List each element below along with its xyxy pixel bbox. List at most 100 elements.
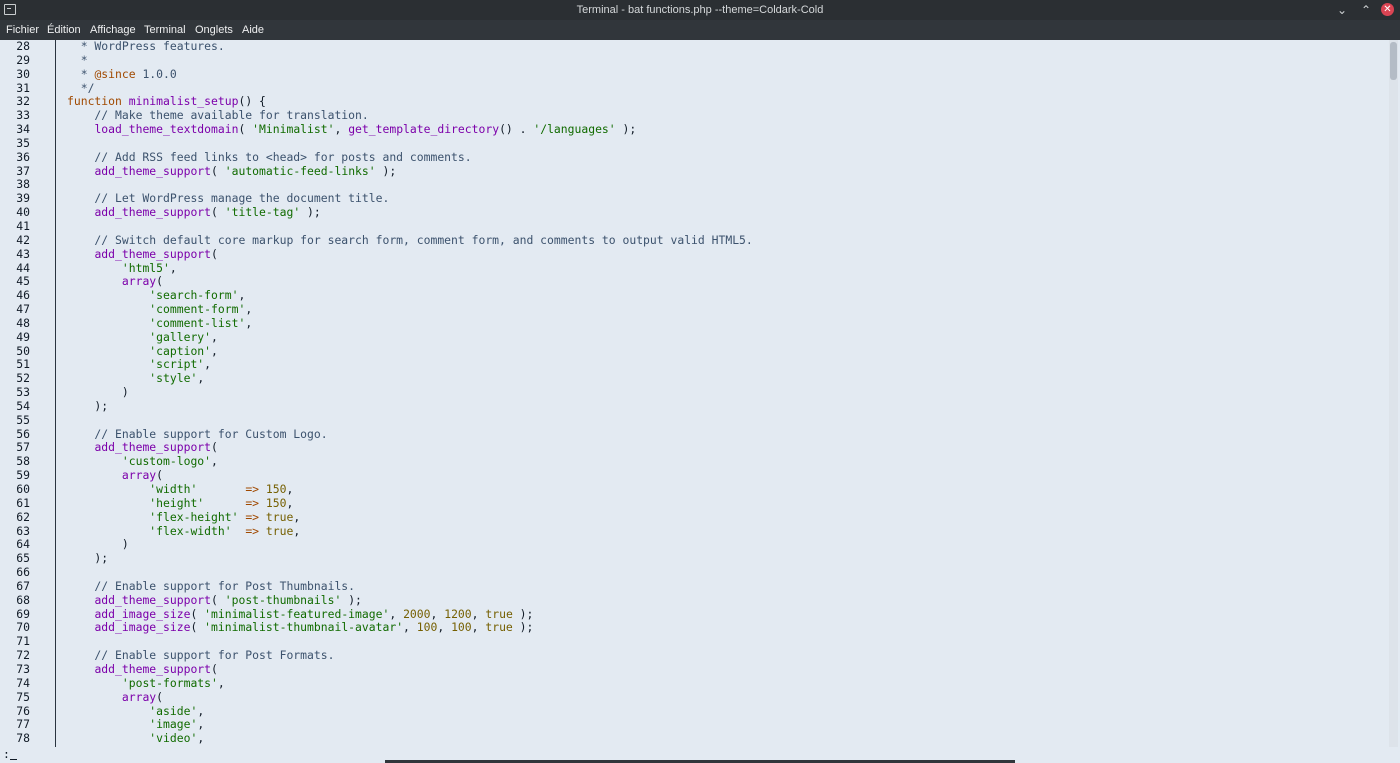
line-source: 'caption', (67, 343, 218, 359)
code-token: ( (190, 606, 205, 621)
line-source: // Switch default core markup for search… (67, 232, 753, 248)
code-line: 52 'style', (0, 371, 1386, 386)
code-token: 'flex-height' (149, 509, 239, 524)
code-token: , (245, 315, 253, 330)
code-token: function (67, 94, 122, 109)
pager-prompt[interactable]: : (3, 747, 17, 761)
code-token: * WordPress features. (67, 39, 225, 53)
code-line: 38 (0, 178, 1386, 192)
code-token: ( (211, 205, 225, 220)
code-line: 47 'comment-form', (0, 302, 1386, 317)
code-token: , (197, 717, 205, 732)
code-token: // Switch default core markup for search… (67, 232, 753, 247)
code-token: 'minimalist-featured-image' (204, 606, 390, 621)
code-token: add_theme_support (94, 592, 212, 607)
code-token: ( (190, 620, 205, 635)
line-number: 57 (16, 440, 30, 455)
line-number: 64 (16, 537, 30, 552)
code-token: ); (615, 122, 637, 137)
code-token: ); (375, 163, 397, 178)
line-number: 60 (16, 482, 30, 496)
menu-fichier[interactable]: Fichier (6, 24, 39, 36)
terminal-view[interactable]: 28 * WordPress features. 29 * 30 * @since … (0, 39, 1400, 763)
code-token: 'width' (149, 482, 198, 496)
line-number: 65 (16, 551, 30, 566)
code-token: add_theme_support (94, 205, 212, 220)
menu-affichage[interactable]: Affichage (90, 24, 136, 36)
close-icon[interactable]: ✕ (1381, 3, 1394, 16)
code-line: 55 (0, 413, 1386, 428)
line-source: array( (67, 468, 163, 483)
menu-edition[interactable]: Édition (47, 24, 81, 36)
code-line: 39 // Let WordPress manage the document … (0, 191, 1386, 206)
code-line: 42 // Switch default core markup for sea… (0, 232, 1386, 248)
code-token: 'title-tag' (224, 205, 301, 220)
code-line: 67 // Enable support for Post Thumbnails… (0, 578, 1386, 594)
code-token: 100 (416, 620, 438, 635)
line-source: add_theme_support( 'automatic-feed-links… (67, 163, 397, 179)
code-line: 60 'width' => 150, (0, 482, 1386, 497)
vertical-scrollbar[interactable] (1389, 40, 1398, 747)
scrollbar-thumb[interactable] (1390, 42, 1397, 80)
maximize-icon[interactable]: ⌃ (1358, 2, 1374, 18)
code-token: 1200 (444, 606, 472, 621)
line-source: */ (67, 80, 95, 96)
line-source: add_theme_support( 'title-tag' ); (67, 205, 320, 220)
line-number: 69 (16, 606, 30, 621)
code-token: add_theme_support (94, 661, 212, 676)
pager-prompt-text: : (3, 747, 10, 761)
code-line: 54 ); (0, 399, 1386, 414)
line-number: 58 (16, 454, 30, 469)
code-token: , (286, 495, 294, 510)
line-number: 32 (16, 94, 30, 109)
code-token: // Enable support for Post Thumbnails. (67, 578, 356, 593)
line-source: * WordPress features. (67, 39, 225, 54)
code-line: 73 add_theme_support( (0, 661, 1386, 677)
line-number: 41 (16, 218, 30, 233)
code-token: => (245, 523, 260, 538)
line-source: 'comment-form', (67, 302, 252, 317)
code-token: add_image_size (94, 606, 191, 621)
code-line: 48 'comment-list', (0, 315, 1386, 331)
code-token: */ (67, 80, 95, 95)
menu-onglets[interactable]: Onglets (195, 24, 233, 36)
code-token: , (403, 620, 417, 635)
code-line: 65 ); (0, 551, 1386, 566)
code-token: 'script' (149, 357, 205, 372)
line-number: 38 (16, 177, 30, 192)
line-number: 44 (16, 260, 30, 275)
line-source: 'custom-logo', (67, 454, 218, 469)
menu-aide[interactable]: Aide (242, 24, 264, 36)
code-token: 'comment-form' (149, 302, 246, 317)
code-token: add_theme_support (94, 246, 212, 261)
code-token: 'video' (149, 731, 198, 746)
code-token: // Enable support for Custom Logo. (67, 426, 328, 441)
line-source: 'gallery', (67, 330, 218, 345)
line-number: 78 (16, 731, 30, 746)
code-line: 76 'aside', (0, 704, 1386, 719)
line-source: 'height' => 150, (67, 495, 294, 511)
code-token: 'caption' (149, 343, 212, 358)
code-token: 'height' (149, 495, 205, 510)
code-token: * (67, 52, 88, 67)
code-line: 58 'custom-logo', (0, 454, 1386, 469)
code-line: 31 */ (0, 80, 1386, 96)
code-line: 33 // Make theme available for translati… (0, 108, 1386, 123)
menu-terminal[interactable]: Terminal (144, 24, 186, 36)
code-line: 78 'video', (0, 731, 1386, 746)
line-source: 'search-form', (67, 288, 246, 303)
code-token: , (211, 343, 218, 358)
code-token: , (238, 288, 246, 303)
line-number: 73 (16, 661, 30, 676)
minimize-icon[interactable]: ⌄ (1334, 2, 1350, 18)
